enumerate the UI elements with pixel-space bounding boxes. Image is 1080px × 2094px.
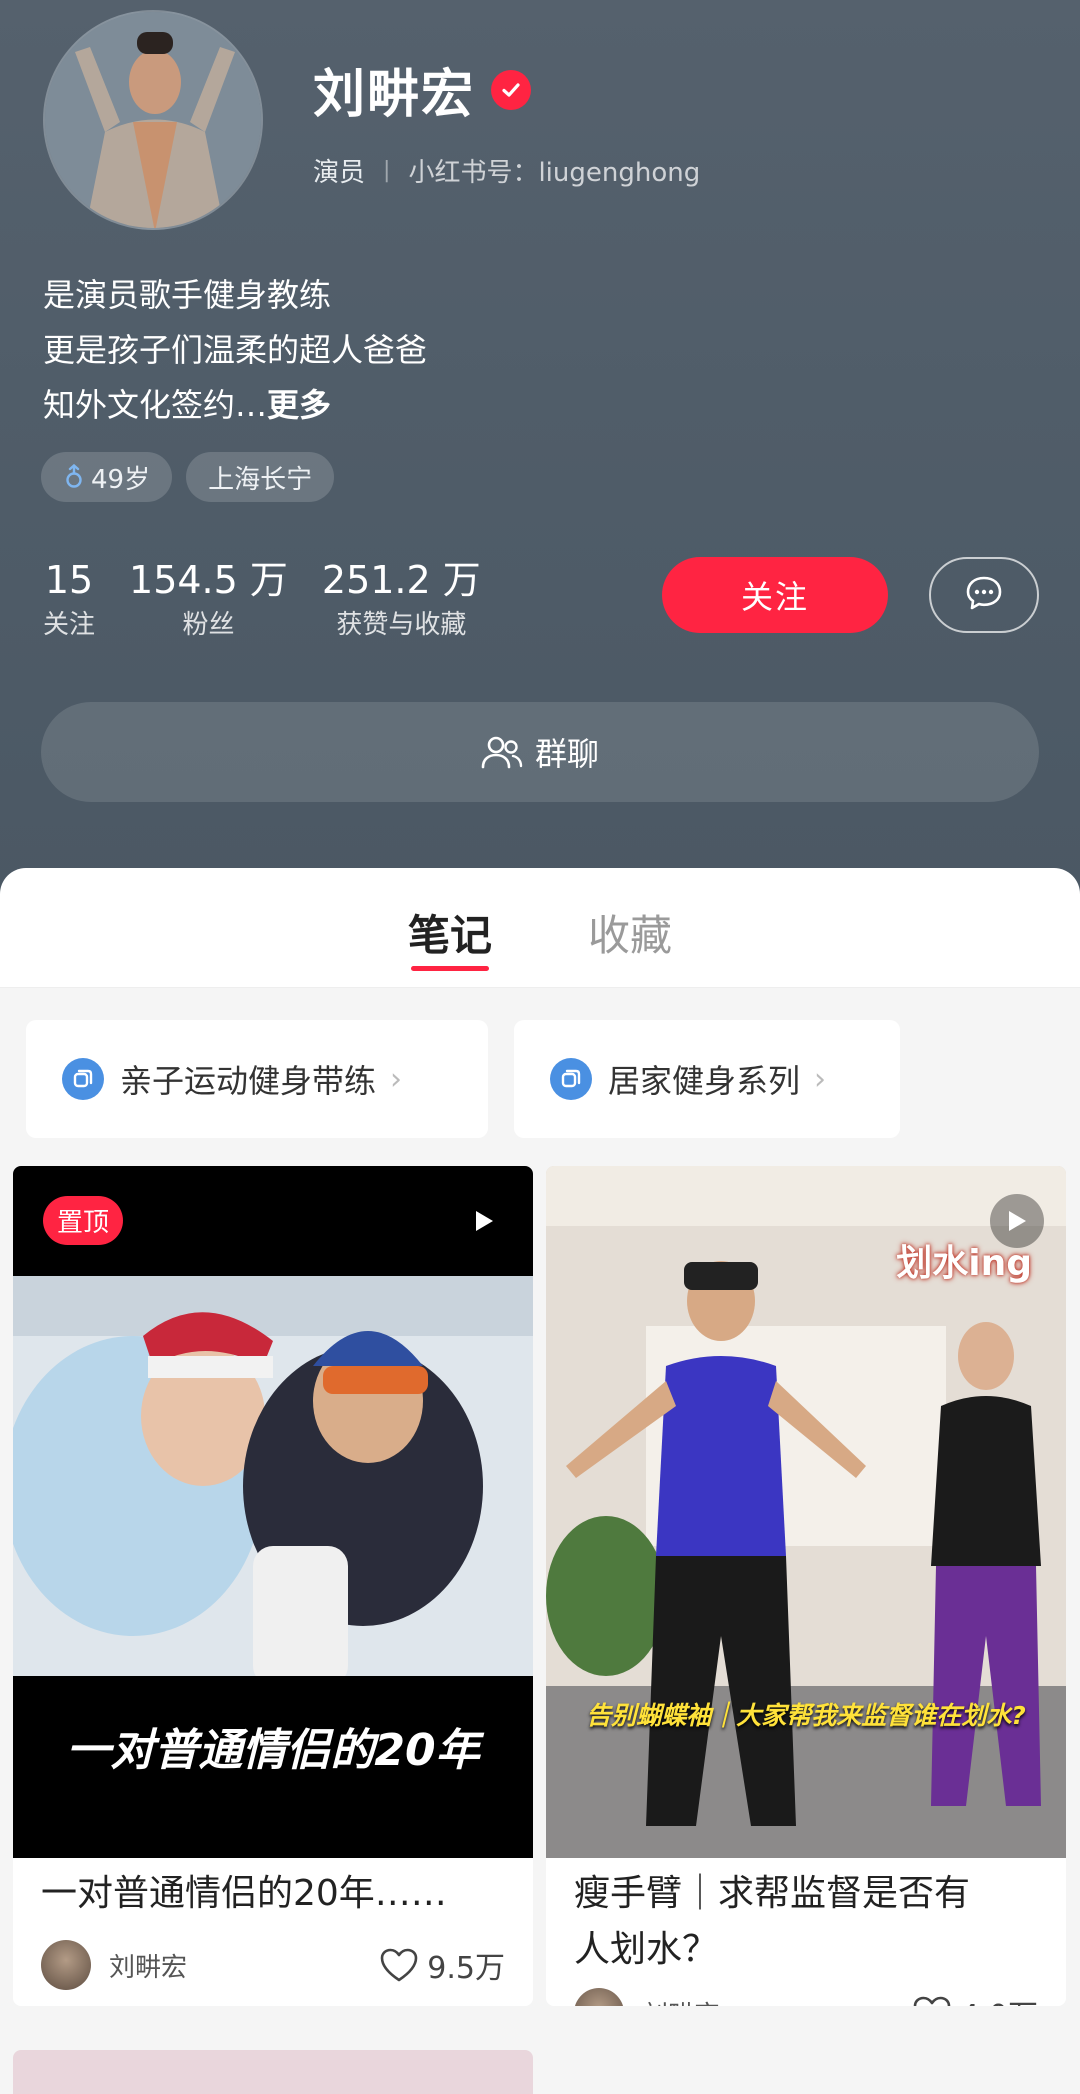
bio-line: 更是孩子们温柔的超人爸爸 [43, 331, 428, 369]
profile-bio: 是演员歌手健身教练 更是孩子们温柔的超人爸爸 知外文化签约…更多 [43, 268, 427, 433]
note-cover-caption: 告别蝴蝶袖｜大家帮我来监督谁在划水? [586, 1701, 1026, 1730]
author-avatar [41, 1940, 91, 1990]
like-count-value: 9.5万 [427, 1951, 505, 1986]
stat-fans[interactable]: 154.5 万 粉丝 [129, 555, 288, 645]
note-cover-top-caption: 划水ing [896, 1243, 1032, 1284]
tag-age: 49岁 [41, 452, 173, 502]
collection-icon [62, 1058, 104, 1100]
profile-account-id[interactable]: 小红书号：liugenghong [408, 152, 700, 189]
group-chat-button[interactable]: 群聊 [41, 702, 1039, 802]
note-thumbnail: 置顶 一对普通情侣的20年 [13, 1166, 533, 1858]
note-card[interactable]: 划水ing 告别蝴蝶袖｜大家帮我来监督谁在划水? 瘦手臂｜求帮监督是否有 人划水… [546, 1166, 1066, 2006]
stat-following[interactable]: 15 关注 [43, 555, 95, 645]
chat-bubble-icon [964, 573, 1004, 617]
collection-label: 居家健身系列 [608, 1062, 801, 1100]
stat-likes-collects[interactable]: 251.2 万 获赞与收藏 [322, 555, 481, 645]
meta-divider: | [383, 158, 391, 183]
heart-icon [379, 1947, 419, 1983]
tag-location-label: 上海长宁 [208, 464, 313, 495]
like-count[interactable]: 9.5万 [379, 1943, 505, 1987]
stat-fans-value: 154.5 万 [129, 558, 288, 602]
collection-label: 亲子运动健身带练 [120, 1062, 377, 1100]
pinned-badge: 置顶 [43, 1196, 124, 1245]
chevron-right-icon: › [814, 1061, 827, 1097]
content-tabs: 笔记 收藏 [0, 868, 1080, 988]
like-count-value: 4.0万 [960, 1991, 1038, 2006]
profile-name: 刘畊宏 [313, 65, 476, 125]
verified-badge-icon [491, 69, 532, 110]
bio-line: 知外文化签约… [43, 386, 268, 424]
follow-button[interactable]: 关注 [662, 557, 888, 633]
note-author[interactable]: 刘畊宏 [574, 1988, 720, 2006]
note-footer: 刘畊宏 9.5万 [13, 1922, 533, 1990]
stat-likes-label: 获赞与收藏 [336, 610, 467, 640]
author-name: 刘畊宏 [642, 1995, 720, 2007]
note-title-line: 人划水？ [574, 1929, 719, 1970]
like-count[interactable]: 4.0万 [912, 1991, 1038, 2006]
tab-notes[interactable]: 笔记 [408, 868, 492, 987]
content-panel: 笔记 收藏 亲子运动健身带练 › 居家健身系列 › 置顶 一对普通情侣的20年 … [0, 868, 1080, 2094]
video-play-icon [457, 1194, 511, 1248]
note-cover-caption: 一对普通情侣的20年 [66, 1725, 480, 1776]
group-people-icon [481, 734, 523, 770]
note-thumbnail: 划水ing 告别蝴蝶袖｜大家帮我来监督谁在划水? [546, 1166, 1066, 1858]
profile-name-row: 刘畊宏 [313, 52, 532, 127]
note-title: 一对普通情侣的20年…… [41, 1873, 447, 1914]
collection-card[interactable]: 亲子运动健身带练 › [26, 1020, 488, 1138]
message-button[interactable] [929, 557, 1039, 633]
avatar-figure [45, 12, 261, 228]
group-chat-label: 群聊 [534, 735, 599, 773]
note-footer: 刘畊宏 4.0万 [546, 1978, 1066, 2006]
chevron-right-icon: › [390, 1061, 403, 1097]
collection-icon [550, 1058, 592, 1100]
male-icon [63, 464, 85, 490]
author-avatar [574, 1988, 624, 2006]
heart-icon [912, 1995, 952, 2006]
stat-fans-label: 粉丝 [182, 610, 235, 640]
note-title-line: 瘦手臂｜求帮监督是否有 [574, 1873, 971, 1914]
profile-meta: 演员 | 小红书号：liugenghong [313, 152, 700, 189]
stat-following-label: 关注 [43, 610, 96, 640]
note-card[interactable]: 置顶 一对普通情侣的20年 一对普通情侣的20年…… 刘畊宏 9.5万 [13, 1166, 533, 2006]
profile-role: 演员 [313, 158, 366, 188]
stat-following-value: 15 [44, 558, 94, 602]
author-name: 刘畊宏 [109, 1952, 188, 1983]
note-author[interactable]: 刘畊宏 [41, 1940, 187, 1990]
profile-tags: 49岁 上海长宁 [41, 452, 335, 502]
tag-location: 上海长宁 [186, 452, 335, 502]
note-title: 瘦手臂｜求帮监督是否有 人划水？ [546, 1858, 1066, 1978]
tab-collections[interactable]: 收藏 [588, 868, 672, 987]
bio-more-link[interactable]: 更多 [267, 386, 331, 424]
bio-line: 是演员歌手健身教练 [43, 276, 332, 314]
note-card-partial[interactable] [13, 2050, 533, 2094]
stat-likes-value: 251.2 万 [321, 558, 481, 602]
collection-card[interactable]: 居家健身系列 › [514, 1020, 900, 1138]
profile-stats: 15 关注 154.5 万 粉丝 251.2 万 获赞与收藏 [43, 555, 481, 645]
profile-avatar[interactable] [43, 10, 263, 230]
tag-age-label: 49岁 [91, 464, 151, 495]
